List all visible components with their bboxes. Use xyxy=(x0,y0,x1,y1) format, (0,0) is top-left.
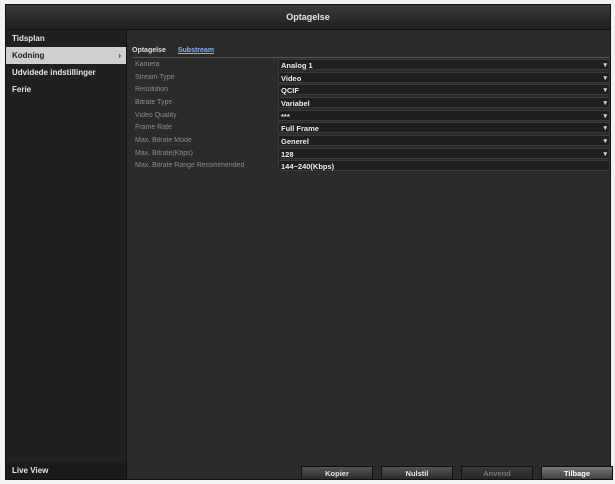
chevron-down-icon: ▾ xyxy=(603,125,607,133)
sidebar-item-label: Ferie xyxy=(12,85,32,94)
bitrate-range-field: 144~240(Kbps) xyxy=(278,160,610,172)
select-value: Video xyxy=(281,73,302,83)
field-label: Max. Bitrate(Kbps) xyxy=(135,149,193,157)
copy-button[interactable]: Kopier xyxy=(301,466,373,480)
sidebar-item-label: Udvidede indstillinger xyxy=(12,68,96,77)
select-value: 128 xyxy=(281,149,294,159)
select-value: QCIF xyxy=(281,86,299,96)
tab-substream[interactable]: Substream xyxy=(178,45,214,57)
select-value: Generel xyxy=(281,136,309,146)
tab-optagelse[interactable]: Optagelse xyxy=(132,45,166,57)
sidebar-item-tidsplan[interactable]: Tidsplan xyxy=(6,30,126,47)
max-bitrate-select[interactable]: 128 ▾ xyxy=(278,147,610,159)
field-label: Video Quality xyxy=(135,111,177,119)
reset-button[interactable]: Nulstil xyxy=(381,466,453,480)
field-label: Max. Bitrate Mode xyxy=(135,136,192,144)
select-value: Analog 1 xyxy=(281,60,313,70)
chevron-down-icon: ▾ xyxy=(603,74,607,82)
field-label: Kamera xyxy=(135,60,160,68)
form-row-kamera: Kamera Analog 1 ▾ xyxy=(135,58,610,71)
field-label: Bitrate Type xyxy=(135,98,173,106)
live-view-label: Live View xyxy=(12,466,49,475)
sidebar-item-udvidede[interactable]: Udvidede indstillinger xyxy=(6,64,126,81)
field-value: 144~240(Kbps) xyxy=(281,162,335,172)
sidebar: Tidsplan Kodning › Udvidede indstillinge… xyxy=(6,30,127,479)
form-row-bitrate-type: Bitrate Type Variabel ▾ xyxy=(135,96,610,109)
video-quality-select[interactable]: *** ▾ xyxy=(278,109,610,121)
field-label: Resolution xyxy=(135,86,169,94)
encoding-form: Kamera Analog 1 ▾ Stream Type Video ▾ Re… xyxy=(135,58,610,172)
main-panel: Optagelse Substream Kamera Analog 1 ▾ St… xyxy=(127,30,613,480)
form-row-frame-rate: Frame Rate Full Frame ▾ xyxy=(135,121,610,134)
settings-window: Optagelse Tidsplan Kodning › Udvidede in… xyxy=(5,4,613,480)
apply-button[interactable]: Anvend xyxy=(461,466,533,480)
form-row-video-quality: Video Quality *** ▾ xyxy=(135,109,610,122)
chevron-right-icon: › xyxy=(118,51,121,60)
back-button[interactable]: Tilbage xyxy=(541,466,613,480)
field-label: Stream Type xyxy=(135,73,175,81)
form-row-resolution: Resolution QCIF ▾ xyxy=(135,83,610,96)
action-bar: Kopier Nulstil Anvend Tilbage xyxy=(301,466,613,480)
select-value: *** xyxy=(281,111,290,121)
form-row-stream-type: Stream Type Video ▾ xyxy=(135,71,610,84)
sidebar-item-label: Kodning xyxy=(12,51,45,60)
select-value: Variabel xyxy=(281,98,310,108)
frame-rate-select[interactable]: Full Frame ▾ xyxy=(278,122,610,134)
sidebar-item-ferie[interactable]: Ferie xyxy=(6,81,126,98)
resolution-select[interactable]: QCIF ▾ xyxy=(278,84,610,96)
chevron-down-icon: ▾ xyxy=(603,61,607,69)
kamera-select[interactable]: Analog 1 ▾ xyxy=(278,58,610,70)
select-value: Full Frame xyxy=(281,124,319,134)
sidebar-item-kodning[interactable]: Kodning › xyxy=(6,47,126,64)
window-title: Optagelse xyxy=(286,12,330,22)
chevron-down-icon: ▾ xyxy=(603,87,607,95)
bitrate-type-select[interactable]: Variabel ▾ xyxy=(278,96,610,108)
live-view-button[interactable]: Live View xyxy=(6,462,126,479)
window-titlebar: Optagelse xyxy=(6,5,610,30)
field-label: Max. Bitrate Range Recommended xyxy=(135,162,245,170)
stream-type-select[interactable]: Video ▾ xyxy=(278,71,610,83)
max-bitrate-mode-select[interactable]: Generel ▾ xyxy=(278,134,610,146)
chevron-down-icon: ▾ xyxy=(603,137,607,145)
sidebar-item-label: Tidsplan xyxy=(12,34,45,43)
form-row-max-bitrate: Max. Bitrate(Kbps) 128 ▾ xyxy=(135,147,610,160)
tab-bar: Optagelse Substream xyxy=(132,45,214,57)
chevron-down-icon: ▾ xyxy=(603,112,607,120)
form-row-bitrate-range: Max. Bitrate Range Recommended 144~240(K… xyxy=(135,160,610,173)
form-row-max-bitrate-mode: Max. Bitrate Mode Generel ▾ xyxy=(135,134,610,147)
field-label: Frame Rate xyxy=(135,124,172,132)
chevron-down-icon: ▾ xyxy=(603,150,607,158)
chevron-down-icon: ▾ xyxy=(603,99,607,107)
